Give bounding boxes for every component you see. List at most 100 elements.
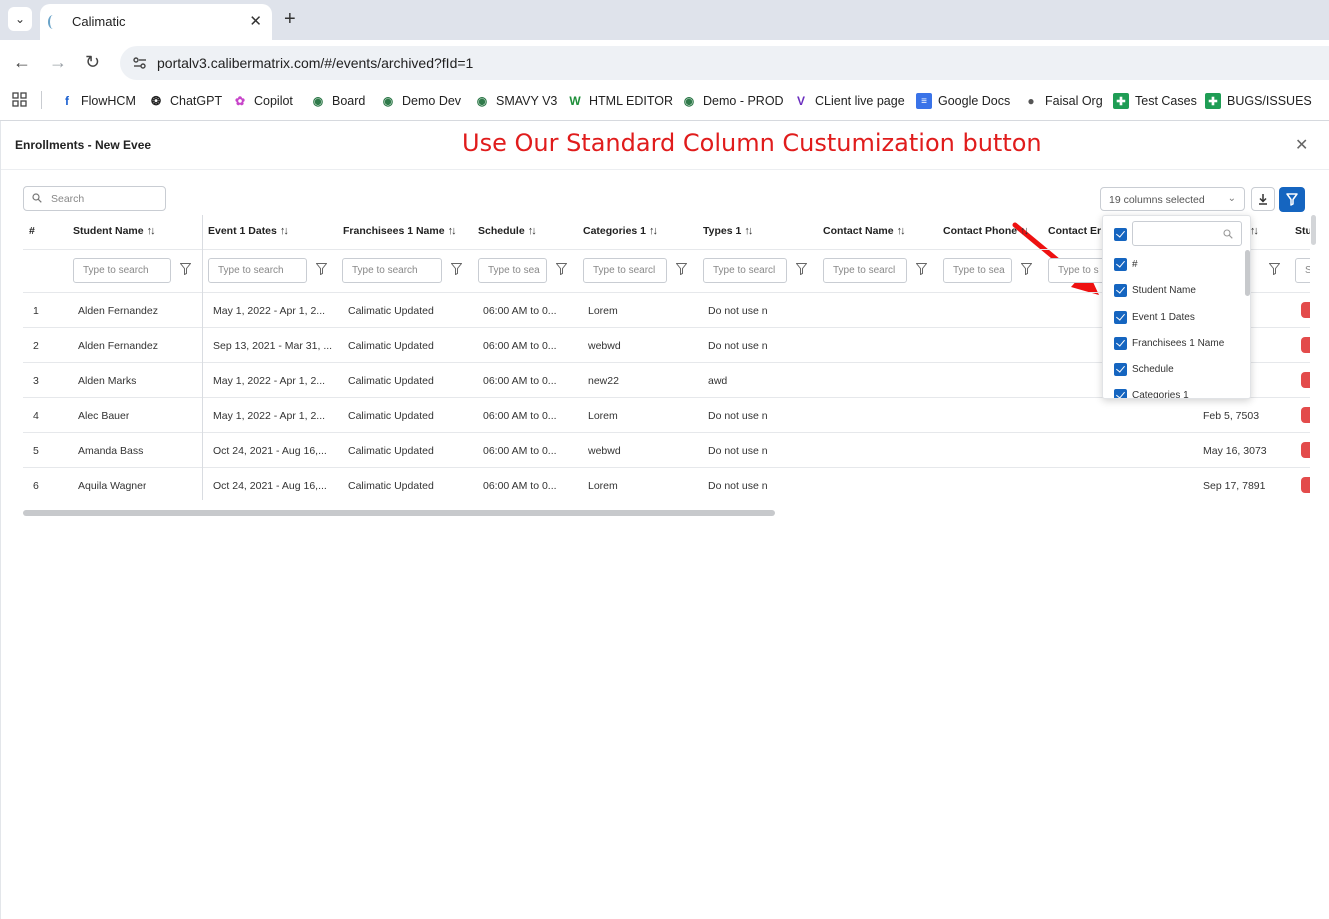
vertical-scrollbar[interactable] (1311, 215, 1316, 245)
cell-type: Do not use n (708, 480, 768, 492)
checkbox-checked[interactable] (1114, 283, 1127, 297)
table-row[interactable]: 4 Alec Bauer May 1, 2022 - Apr 1, 2... C… (23, 398, 1310, 433)
sort-icon[interactable]: ↑↓ (528, 225, 537, 237)
cell-category: webwd (588, 445, 621, 457)
address-bar[interactable]: portalv3.calibermatrix.com/#/events/arch… (120, 46, 1329, 80)
header-event-dates[interactable]: Event 1 Dates ↑↓ (208, 225, 289, 237)
search-placeholder: Search (51, 193, 85, 205)
column-filter-icon[interactable] (1021, 263, 1032, 275)
filter-input-contact-email[interactable]: Type to s (1048, 258, 1108, 283)
apps-grid-icon[interactable] (12, 92, 28, 108)
checkbox-checked[interactable] (1114, 362, 1127, 376)
table-row[interactable]: 6 Aquila Wagner Oct 24, 2021 - Aug 16,..… (23, 468, 1310, 500)
filter-input-franchisees-name[interactable]: Type to search (342, 258, 442, 283)
sort-icon[interactable]: ↑↓ (1020, 225, 1029, 237)
checkbox-checked[interactable] (1114, 336, 1127, 350)
bookmark-demo-dev[interactable]: ◉ Demo Dev (380, 92, 461, 110)
export-button[interactable] (1251, 187, 1275, 211)
reload-icon[interactable]: ↻ (85, 52, 100, 72)
annotation-text: Use Our Standard Column Custumization bu… (462, 129, 1042, 157)
column-filter-icon[interactable] (180, 263, 191, 275)
bookmark-client-live[interactable]: V CLient live page (793, 92, 905, 110)
bookmark-faisal-org[interactable]: ● Faisal Org (1023, 92, 1102, 110)
filter-input-categories[interactable]: Type to searcl (583, 258, 667, 283)
header-schedule[interactable]: Schedule ↑↓ (478, 225, 537, 237)
cell-event-dates: Oct 24, 2021 - Aug 16,... (213, 445, 327, 457)
sort-icon[interactable]: ↑↓ (147, 225, 156, 237)
select-all-columns-checkbox[interactable] (1114, 228, 1127, 241)
header-contact-phone[interactable]: Contact Phone ↑↓ (943, 225, 1029, 237)
filter-input-student-name[interactable]: Type to search (73, 258, 171, 283)
header-status[interactable]: Stu (1295, 225, 1310, 237)
column-filter-icon[interactable] (796, 263, 807, 275)
filter-input-types[interactable]: Type to searcl (703, 258, 787, 283)
header-franchisees-name[interactable]: Franchisees 1 Name ↑↓ (343, 225, 457, 237)
sort-icon[interactable]: ↑↓ (649, 225, 658, 237)
site-settings-icon[interactable] (132, 55, 148, 71)
column-filter-icon[interactable] (451, 263, 462, 275)
back-icon[interactable]: ← (13, 52, 31, 72)
header-student-name[interactable]: Student Name ↑↓ (73, 225, 156, 237)
filter-toggle-button[interactable] (1279, 187, 1305, 212)
grid-search-input[interactable]: Search (23, 186, 166, 211)
modal-close-icon[interactable]: ✕ (1295, 135, 1308, 155)
bookmark-bugs-issues[interactable]: ✚ BUGS/ISSUES (1205, 92, 1312, 110)
checkbox-checked[interactable] (1114, 257, 1127, 271)
url-text: portalv3.calibermatrix.com/#/events/arch… (157, 55, 474, 71)
column-option[interactable]: Schedule (1114, 361, 1174, 377)
column-option[interactable]: Categories 1 (1114, 387, 1189, 398)
header-categories[interactable]: Categories 1 ↑↓ (583, 225, 658, 237)
bookmark-smavy[interactable]: ◉ SMAVY V3 (474, 92, 558, 110)
new-tab-icon[interactable]: + (284, 8, 296, 30)
faisal-org-icon: ● (1027, 94, 1035, 108)
filter-input-event-dates[interactable]: Type to search (208, 258, 307, 283)
bookmark-test-cases[interactable]: ✚ Test Cases (1113, 92, 1197, 110)
bookmark-html-editor[interactable]: W HTML EDITOR (567, 92, 673, 110)
bookmark-copilot[interactable]: ✿ Copilot (232, 92, 293, 110)
cell-schedule: 06:00 AM to 0... (483, 305, 557, 317)
sort-icon[interactable]: ↑↓ (280, 225, 289, 237)
browser-tab[interactable]: Calimatic ✕ (40, 4, 272, 40)
header-types[interactable]: Types 1 ↑↓ (703, 225, 753, 237)
cell-date-of-birth: May 16, 3073 (1203, 445, 1267, 457)
demo-prod-icon: ◉ (683, 94, 695, 108)
cell-event-dates: May 1, 2022 - Apr 1, 2... (213, 305, 326, 317)
sort-icon[interactable]: ↑↓ (744, 225, 753, 237)
table-row[interactable]: 5 Amanda Bass Oct 24, 2021 - Aug 16,... … (23, 433, 1310, 468)
column-filter-icon[interactable] (556, 263, 567, 275)
filter-input-contact-name[interactable]: Type to searcl (823, 258, 907, 283)
bookmark-flowhcm[interactable]: f FlowHCM (59, 92, 136, 110)
tab-search-chevron-icon[interactable]: ⌄ (8, 7, 32, 31)
column-option[interactable]: # (1114, 256, 1138, 272)
header-number[interactable]: # (29, 225, 35, 237)
column-option[interactable]: Franchisees 1 Name (1114, 335, 1224, 351)
tab-close-icon[interactable]: ✕ (249, 12, 262, 30)
bookmark-google-docs[interactable]: ≡ Google Docs (916, 92, 1010, 110)
header-contact-name[interactable]: Contact Name ↑↓ (823, 225, 906, 237)
column-option[interactable]: Student Name (1114, 282, 1196, 298)
status-badge (1301, 337, 1310, 353)
column-filter-icon[interactable] (1269, 263, 1280, 275)
bookmark-chatgpt[interactable]: ❂ ChatGPT (148, 92, 222, 110)
dropdown-scrollbar[interactable] (1245, 250, 1250, 296)
cell-type: Do not use n (708, 410, 768, 422)
column-search-input[interactable] (1132, 221, 1242, 246)
sort-icon[interactable]: ↑↓ (897, 225, 906, 237)
column-filter-icon[interactable] (676, 263, 687, 275)
sort-icon[interactable]: ↑↓ (448, 225, 457, 237)
checkbox-checked[interactable] (1114, 310, 1127, 324)
column-option[interactable]: Event 1 Dates (1114, 309, 1195, 325)
column-filter-icon[interactable] (916, 263, 927, 275)
bookmark-demo-prod[interactable]: ◉ Demo - PROD (681, 92, 784, 110)
column-customization-select[interactable]: 19 columns selected ⌄ (1100, 187, 1245, 211)
column-customization-dropdown: # Student Name Event 1 Dates Franchisees… (1102, 215, 1251, 399)
checkbox-checked[interactable] (1114, 388, 1127, 398)
filter-input-contact-phone[interactable]: Type to sea (943, 258, 1012, 283)
header-contact-email[interactable]: Contact Er (1048, 225, 1101, 237)
filter-input-schedule[interactable]: Type to sea (478, 258, 547, 283)
filter-input-status[interactable]: S (1295, 258, 1310, 283)
horizontal-scrollbar[interactable] (23, 510, 775, 516)
bookmark-board[interactable]: ◉ Board (310, 92, 366, 110)
column-filter-icon[interactable] (316, 263, 327, 275)
forward-icon[interactable]: → (49, 52, 67, 72)
